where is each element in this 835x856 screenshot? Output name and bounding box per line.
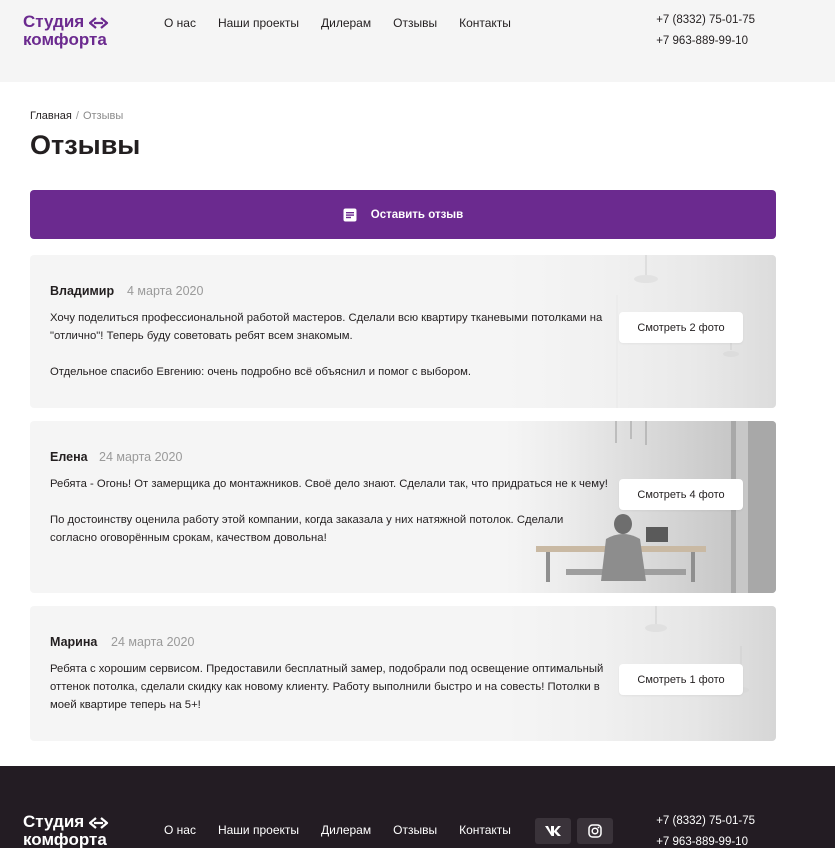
message-square-icon [343,208,357,221]
footer-nav-projects[interactable]: Наши проекты [218,822,299,838]
review-author: Марина [50,635,98,649]
header-phones: +7 (8332) 75-01-75 +7 963-889-99-10 [656,13,755,55]
leave-review-button[interactable]: Оставить отзыв [30,190,776,239]
review-date: 4 марта 2020 [127,284,204,298]
review-author: Елена [50,450,88,464]
footer-nav-about[interactable]: О нас [164,822,196,838]
review-text: Ребята с хорошим сервисом. Предоставили … [50,660,610,714]
nav-item-about[interactable]: О нас [164,15,196,31]
review-date: 24 марта 2020 [99,450,183,464]
logo-line-2: комфорта [23,30,107,49]
nav-item-reviews[interactable]: Отзывы [393,15,437,31]
phone-link-2[interactable]: +7 963-889-99-10 [656,34,755,55]
nav-item-dealers[interactable]: Дилерам [321,15,371,31]
leave-review-label: Оставить отзыв [370,208,464,221]
review-paragraph: По достоинству оценила работу этой компа… [50,514,564,544]
footer-phone-link-1[interactable]: +7 (8332) 75-01-75 [656,814,755,835]
site-header: Студия комфорта О нас Наши проекты Дилер… [0,0,835,82]
logo[interactable]: Студия комфорта [23,12,123,50]
page-title: Отзывы [30,130,141,160]
review-paragraph: Ребята с хорошим сервисом. Предоставили … [50,663,604,711]
footer-nav-contacts[interactable]: Контакты [459,822,511,838]
logo-line-1: Студия [23,12,85,31]
logo-line-2: комфорта [23,830,107,849]
breadcrumb-current: Отзывы [82,110,124,122]
breadcrumb: Главная / Отзывы [30,110,123,122]
review-paragraph: Хочу поделиться профессиональной работой… [50,312,603,342]
footer-logo[interactable]: Студия комфорта [23,812,123,850]
footer-phones: +7 (8332) 75-01-75 +7 963-889-99-10 [656,814,755,856]
main-nav: О нас Наши проекты Дилерам Отзывы Контак… [164,15,533,31]
review-card: Марина 24 марта 2020 Ребята с хорошим се… [30,606,776,741]
instagram-icon [588,824,602,838]
review-card: Владимир 4 марта 2020 Хочу поделиться пр… [30,255,776,408]
breadcrumb-separator: / [75,110,79,122]
breadcrumb-home[interactable]: Главная [30,110,72,122]
nav-item-contacts[interactable]: Контакты [459,15,511,31]
review-text: Ребята - Огонь! От замерщика до монтажни… [50,475,610,547]
vk-icon [545,826,561,836]
instagram-button[interactable] [577,818,613,844]
view-photos-button[interactable]: Смотреть 1 фото [619,664,743,695]
footer-phone-link-2[interactable]: +7 963-889-99-10 [656,835,755,856]
view-photos-button[interactable]: Смотреть 4 фото [619,479,743,510]
logo-line-1: Студия [23,812,85,831]
site-footer: Студия комфорта О нас Наши проекты Дилер… [0,766,835,850]
logo-diamond-icon [89,817,109,829]
nav-item-projects[interactable]: Наши проекты [218,15,299,31]
review-text: Хочу поделиться профессиональной работой… [50,309,610,381]
review-paragraph: Отдельное спасибо Евгению: очень подробн… [50,366,472,378]
review-card: Елена 24 марта 2020 Ребята - Огонь! От з… [30,421,776,593]
vk-button[interactable] [535,818,571,844]
review-date: 24 марта 2020 [111,635,195,649]
phone-link-1[interactable]: +7 (8332) 75-01-75 [656,13,755,34]
footer-nav-dealers[interactable]: Дилерам [321,822,371,838]
review-paragraph: Ребята - Огонь! От замерщика до монтажни… [50,478,608,490]
review-author: Владимир [50,284,115,298]
logo-diamond-icon [89,17,109,29]
footer-nav-reviews[interactable]: Отзывы [393,822,437,838]
footer-nav: О нас Наши проекты Дилерам Отзывы Контак… [164,822,533,838]
view-photos-button[interactable]: Смотреть 2 фото [619,312,743,343]
